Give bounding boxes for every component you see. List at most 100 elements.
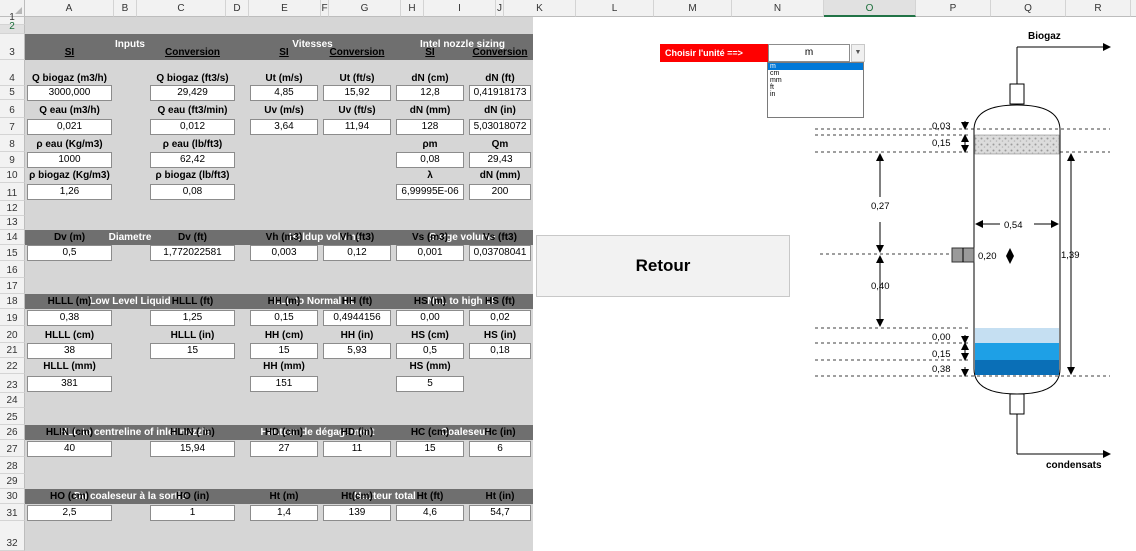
column-header[interactable]: P <box>916 0 991 17</box>
row-header[interactable]: 16 <box>0 261 25 278</box>
value-cell[interactable]: 0,00 <box>396 309 464 326</box>
value-cell[interactable]: 12,8 <box>396 85 464 101</box>
value-cell[interactable]: 1,4 <box>250 504 318 521</box>
value-cell[interactable]: 0,08 <box>396 152 464 168</box>
column-header[interactable]: S <box>1131 0 1136 17</box>
row-header[interactable]: 23 <box>0 374 25 393</box>
value-cell[interactable]: 0,001 <box>396 245 464 261</box>
field-label: Conversion <box>164 47 220 58</box>
value-cell[interactable]: 0,012 <box>150 118 235 135</box>
value-cell[interactable]: 15,94 <box>150 440 235 457</box>
value-cell[interactable]: 0,18 <box>469 342 531 359</box>
value-cell[interactable]: 0,5 <box>396 342 464 359</box>
value-cell[interactable]: 1,772022581 <box>150 245 235 261</box>
value-cell[interactable]: 4,85 <box>250 85 318 101</box>
value-cell[interactable]: 3,64 <box>250 118 318 135</box>
column-header[interactable]: B <box>114 0 137 17</box>
value-cell[interactable]: 1,25 <box>150 309 235 326</box>
column-header[interactable]: F <box>321 0 329 17</box>
column-header[interactable]: A <box>25 0 114 17</box>
value-cell[interactable]: 4,6 <box>396 504 464 521</box>
row-header[interactable]: 28 <box>0 457 25 474</box>
value-cell[interactable]: 38 <box>27 342 112 359</box>
value-cell[interactable]: 0,02 <box>469 309 531 326</box>
row-header[interactable]: 32 <box>0 521 25 551</box>
column-header[interactable]: C <box>137 0 226 17</box>
row-header[interactable]: 24 <box>0 393 25 408</box>
value-cell[interactable]: 27 <box>250 440 318 457</box>
value-cell[interactable]: 15 <box>150 342 235 359</box>
row-header[interactable]: 12 <box>0 201 25 216</box>
field-label: Ht (in) <box>485 491 515 502</box>
value-cell[interactable]: 0,5 <box>27 245 112 261</box>
row-header[interactable]: 9 <box>0 152 25 168</box>
value-cell[interactable]: 15,92 <box>323 85 391 101</box>
column-header[interactable]: G <box>329 0 401 17</box>
row-header[interactable]: 2 <box>0 21 25 34</box>
value-cell[interactable]: 5,03018072 <box>469 118 531 135</box>
column-header[interactable]: Q <box>991 0 1066 17</box>
value-cell[interactable]: 11 <box>323 440 391 457</box>
column-header[interactable]: R <box>1066 0 1131 17</box>
value-cell[interactable]: 0,15 <box>250 309 318 326</box>
row-header[interactable]: 5 <box>0 86 25 100</box>
row-header[interactable]: 13 <box>0 216 25 230</box>
value-cell[interactable]: 0,12 <box>323 245 391 261</box>
row-header[interactable]: 29 <box>0 474 25 489</box>
value-cell[interactable]: 1,26 <box>27 184 112 200</box>
value-cell[interactable]: 381 <box>27 375 112 392</box>
column-header[interactable]: I <box>424 0 496 17</box>
value-cell[interactable]: 0,08 <box>150 184 235 200</box>
value-cell[interactable]: 5 <box>396 375 464 392</box>
column-header[interactable]: M <box>654 0 732 17</box>
value-cell[interactable]: 62,42 <box>150 152 235 168</box>
row-header[interactable]: 15 <box>0 245 25 261</box>
field-label: Q biogaz (m3/h) <box>32 73 107 84</box>
value-cell[interactable]: 29,43 <box>469 152 531 168</box>
value-cell[interactable]: 128 <box>396 118 464 135</box>
value-cell[interactable]: 0,021 <box>27 118 112 135</box>
column-header[interactable]: L <box>576 0 654 17</box>
dim-1-39: 1,39 <box>1061 250 1080 261</box>
retour-button[interactable]: Retour <box>536 235 790 297</box>
value-cell[interactable]: 0,41918173 <box>469 85 531 101</box>
value-cell[interactable]: 0,03708041 <box>469 245 531 261</box>
value-cell[interactable]: 1000 <box>27 152 112 168</box>
row-header[interactable]: 31 <box>0 504 25 521</box>
row-header[interactable]: 19 <box>0 309 25 326</box>
value-cell[interactable]: 200 <box>469 184 531 200</box>
row-header[interactable]: 27 <box>0 440 25 457</box>
column-header[interactable]: O <box>824 0 916 17</box>
column-header[interactable]: H <box>401 0 424 17</box>
field-label: HS (mm) <box>409 361 451 372</box>
row-header[interactable]: 7 <box>0 118 25 135</box>
column-header[interactable]: K <box>504 0 576 17</box>
value-cell[interactable]: 54,7 <box>469 504 531 521</box>
value-cell[interactable]: 2,5 <box>27 504 112 521</box>
row-header[interactable]: 25 <box>0 408 25 425</box>
value-cell[interactable]: 3000,000 <box>27 85 112 101</box>
value-cell[interactable]: 11,94 <box>323 118 391 135</box>
value-cell[interactable]: 151 <box>250 375 318 392</box>
value-cell[interactable]: 5,93 <box>323 342 391 359</box>
column-header[interactable]: E <box>249 0 321 17</box>
column-header[interactable]: N <box>732 0 824 17</box>
value-cell[interactable]: 15 <box>396 440 464 457</box>
value-cell[interactable]: 1 <box>150 504 235 521</box>
value-cell[interactable]: 29,429 <box>150 85 235 101</box>
column-header[interactable]: D <box>226 0 249 17</box>
value-cell[interactable]: 15 <box>250 342 318 359</box>
value-cell[interactable]: 0,4944156 <box>323 309 391 326</box>
value-cell[interactable]: 40 <box>27 440 112 457</box>
row-header[interactable]: 11 <box>0 183 25 201</box>
value-cell[interactable]: 139 <box>323 504 391 521</box>
field-label: Qm <box>491 139 509 150</box>
column-header[interactable]: J <box>496 0 504 17</box>
row-header[interactable]: 17 <box>0 278 25 294</box>
value-cell[interactable]: 0,38 <box>27 309 112 326</box>
value-cell[interactable]: 6,99995E-06 <box>396 184 464 200</box>
value-cell[interactable]: 0,003 <box>250 245 318 261</box>
spreadsheet: ABCDEFGHIJKLMNOPQRS 12345678910111213141… <box>0 0 1136 551</box>
value-cell[interactable]: 6 <box>469 440 531 457</box>
row-header[interactable]: 21 <box>0 343 25 358</box>
